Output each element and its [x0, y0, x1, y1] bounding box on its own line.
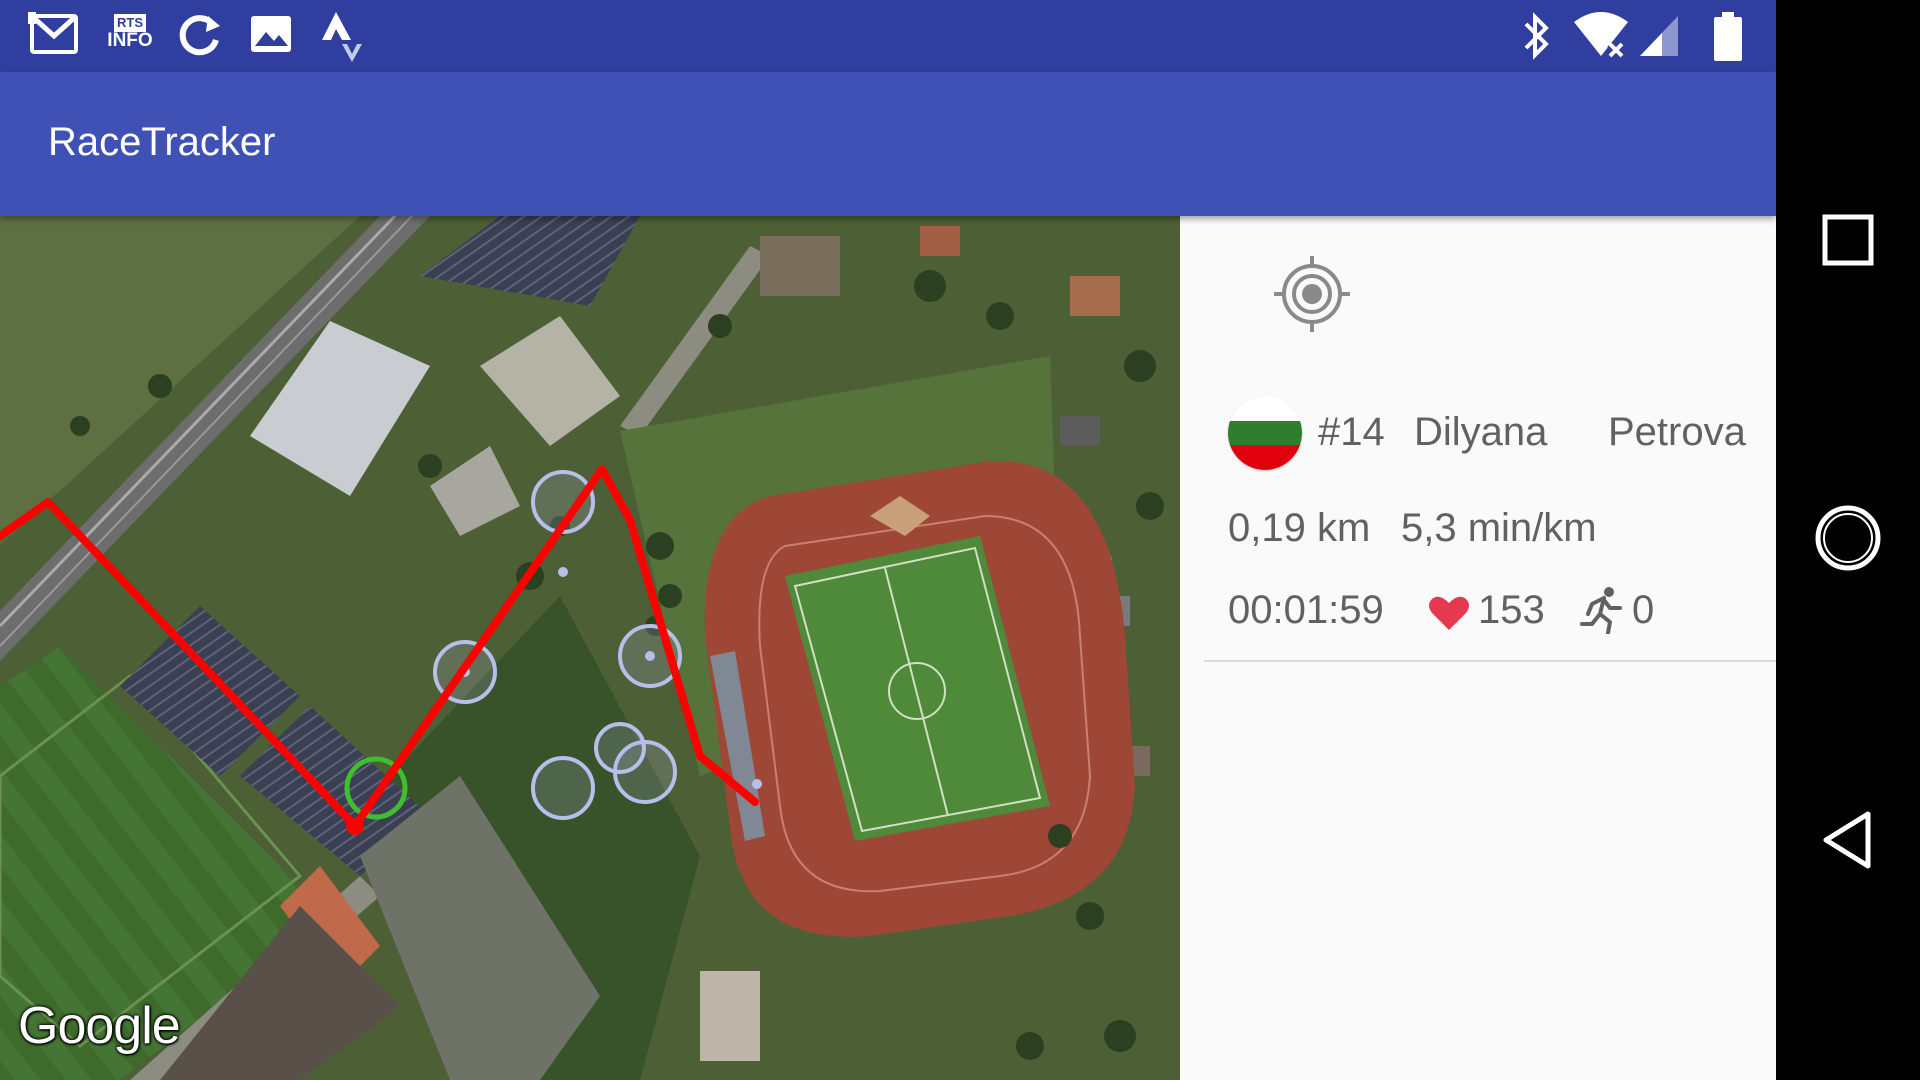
heart-icon	[1429, 596, 1469, 630]
app-bar: RaceTracker	[0, 72, 1776, 216]
bib-number: #14	[1318, 410, 1385, 454]
satellite-map[interactable]: Google	[0, 216, 1180, 1080]
sync-icon	[179, 15, 220, 56]
status-bar: RTS INFO	[0, 0, 1776, 72]
strava-icon	[322, 12, 362, 62]
battery-icon	[1714, 12, 1742, 61]
rts-info-icon: RTS INFO	[104, 14, 156, 50]
heart-rate-value: 153	[1478, 588, 1545, 632]
google-attribution: Google	[18, 997, 181, 1055]
flag-stripe-green	[1228, 420, 1302, 446]
my-location-icon[interactable]	[1272, 254, 1352, 334]
divider	[1204, 660, 1776, 662]
flag-stripe-white	[1228, 396, 1302, 421]
running-icon	[1580, 587, 1622, 634]
runner-panel: #14 Dilyana Petrova 0,19 km 5,3 min/km 0…	[1180, 216, 1776, 1080]
pace-value: 5,3 min/km	[1401, 506, 1597, 550]
rts-info-bottom: INFO	[107, 30, 153, 51]
bulgaria-flag-icon	[1228, 396, 1302, 470]
gallery-icon	[251, 16, 291, 52]
recents-button[interactable]	[1812, 210, 1884, 270]
home-button[interactable]	[1812, 502, 1884, 574]
wifi-no-internet-icon	[1574, 12, 1628, 59]
flag-stripe-red	[1228, 445, 1302, 470]
elapsed-time: 00:01:59	[1228, 588, 1384, 632]
map-imagery	[0, 216, 1180, 1080]
cell-signal-icon	[1640, 16, 1678, 56]
cadence-value: 0	[1632, 588, 1655, 632]
runner-last-name: Petrova	[1608, 410, 1746, 454]
distance-value: 0,19 km	[1228, 506, 1371, 550]
gmail-icon	[28, 12, 78, 54]
runner-first-name: Dilyana	[1414, 410, 1548, 454]
navigation-bar	[1776, 0, 1920, 1080]
back-button[interactable]	[1812, 806, 1884, 874]
bluetooth-icon	[1524, 12, 1549, 60]
app-title: RaceTracker	[48, 120, 276, 164]
